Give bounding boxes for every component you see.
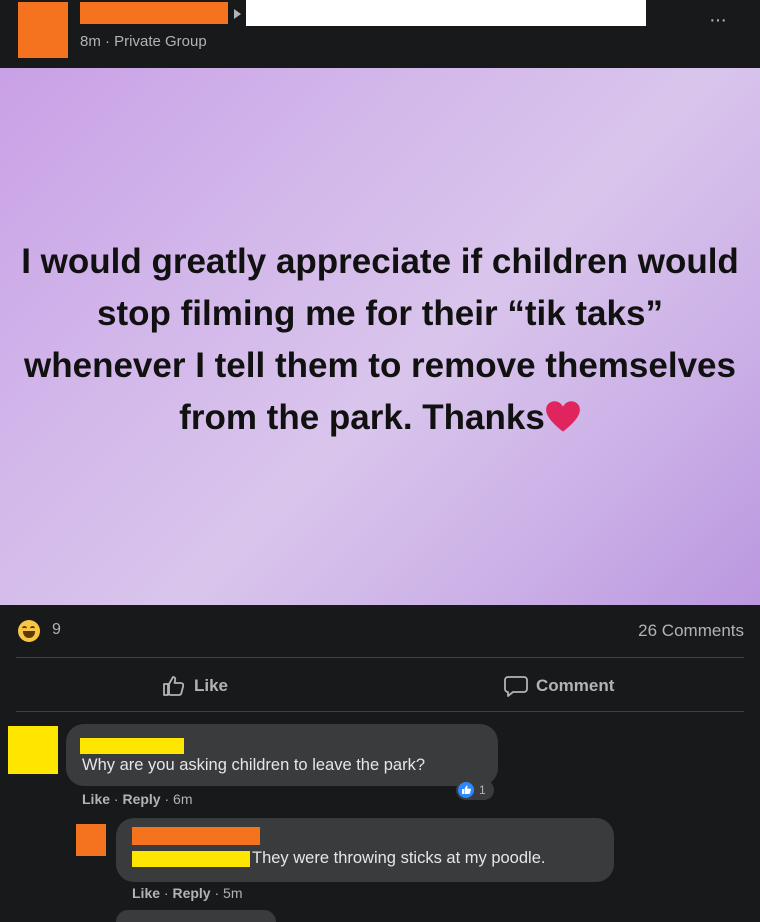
comment-actions: Like · Reply · 6m [82, 791, 193, 807]
post-text: I would greatly appreciate if children w… [20, 236, 740, 444]
redacted-reply-author[interactable] [132, 827, 260, 845]
reply-reply-link[interactable]: Reply [172, 885, 210, 901]
comment-bubble [66, 724, 498, 786]
comment-text: Why are you asking children to leave the… [82, 756, 426, 774]
redacted-author-name[interactable] [80, 2, 228, 24]
red-heart-icon [545, 401, 580, 432]
redacted-avatar[interactable] [18, 2, 68, 58]
post-meta: 8m · Private Group [80, 33, 207, 50]
redacted-commenter-avatar[interactable] [8, 726, 58, 774]
more-options-icon[interactable]: ··· [709, 10, 727, 30]
reply-actions: Like · Reply · 5m [132, 885, 243, 901]
like-button[interactable]: Like [162, 672, 228, 700]
comment-button-label: Comment [536, 676, 615, 695]
comment-button[interactable]: Comment [504, 672, 614, 700]
comment-time: 6m [173, 791, 193, 807]
comment-like-link[interactable]: Like [82, 791, 110, 807]
redacted-group-name[interactable] [246, 0, 646, 26]
haha-reaction-icon[interactable] [18, 620, 40, 642]
redacted-reply-avatar[interactable] [76, 824, 106, 856]
reply-time: 5m [223, 885, 243, 901]
next-comment-bubble [116, 910, 276, 922]
divider [16, 657, 744, 658]
like-button-label: Like [194, 676, 229, 695]
like-reaction-icon [458, 782, 474, 798]
reaction-count[interactable]: 9 [52, 621, 61, 639]
divider [16, 711, 744, 712]
post-header: 8m · Private Group ··· [0, 0, 760, 68]
redacted-commenter-name[interactable] [80, 738, 184, 754]
comment-reply-link[interactable]: Reply [122, 791, 160, 807]
caret-right-icon [234, 9, 241, 19]
comment-like-count: 1 [479, 783, 486, 797]
reply-like-link[interactable]: Like [132, 885, 160, 901]
comments-count[interactable]: 26 Comments [638, 621, 744, 641]
reply-text: They were throwing sticks at my poodle. [252, 849, 546, 867]
redacted-mention[interactable] [132, 851, 250, 867]
comment-like-badge[interactable]: 1 [456, 780, 494, 800]
thumbs-up-icon [163, 676, 185, 696]
comment-icon [504, 676, 528, 697]
post-text-content: I would greatly appreciate if children w… [21, 242, 739, 437]
